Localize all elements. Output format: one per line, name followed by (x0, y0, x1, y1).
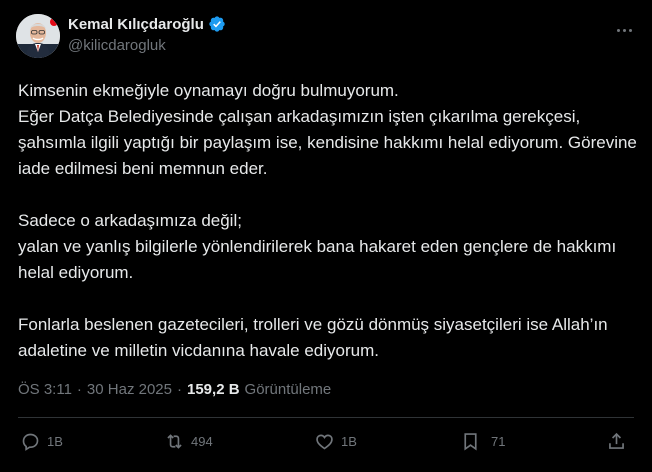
like-button[interactable]: 1B (314, 431, 357, 452)
bookmark-count: 71 (491, 434, 506, 449)
tweet-paragraph-2: Sadece o arkadaşımıza değil; yalan ve ya… (18, 211, 617, 282)
share-button[interactable] (606, 431, 627, 452)
bookmark-icon (464, 433, 477, 451)
tweet-text: Kimsenin ekmeğiyle oynamayı doğru bulmuy… (18, 78, 638, 364)
reply-icon (22, 433, 39, 451)
repost-icon (167, 434, 182, 449)
avatar-image (16, 14, 60, 58)
action-bar: 1B 494 1B 71 (18, 431, 634, 459)
views-count: 159,2 B (187, 381, 240, 398)
more-icon[interactable] (614, 20, 634, 40)
share-icon (609, 432, 624, 449)
tweet-paragraph-3: Fonlarla beslenen gazetecileri, trolleri… (18, 315, 613, 360)
like-count: 1B (341, 434, 357, 449)
meta-separator: · (76, 381, 82, 398)
author-name-row[interactable]: Kemal Kılıçdaroğlu (68, 15, 226, 33)
reply-count: 1B (47, 434, 63, 449)
author-name[interactable]: Kemal Kılıçdaroğlu (68, 16, 204, 33)
tweet-meta: ÖS 3:11 · 30 Haz 2025 · 159,2 B Görüntül… (18, 381, 331, 398)
verified-badge-icon (209, 16, 225, 32)
repost-count: 494 (191, 434, 213, 449)
repost-button[interactable]: 494 (164, 431, 213, 452)
bookmark-button[interactable]: 71 (460, 431, 505, 452)
reply-button[interactable]: 1B (20, 431, 63, 452)
tweet-time[interactable]: ÖS 3:11 (18, 381, 72, 398)
avatar[interactable] (16, 14, 60, 58)
views-label: Görüntüleme (244, 381, 332, 398)
divider (18, 417, 634, 418)
tweet-card: Kemal Kılıçdaroğlu @kilicdarogluk Kimsen… (0, 0, 652, 472)
tweet-date[interactable]: 30 Haz 2025 (87, 381, 172, 398)
tweet-paragraph-1: Kimsenin ekmeğiyle oynamayı doğru bulmuy… (18, 81, 637, 178)
meta-separator: · (177, 381, 182, 398)
author-handle[interactable]: @kilicdarogluk (68, 37, 166, 54)
like-icon (316, 434, 333, 450)
